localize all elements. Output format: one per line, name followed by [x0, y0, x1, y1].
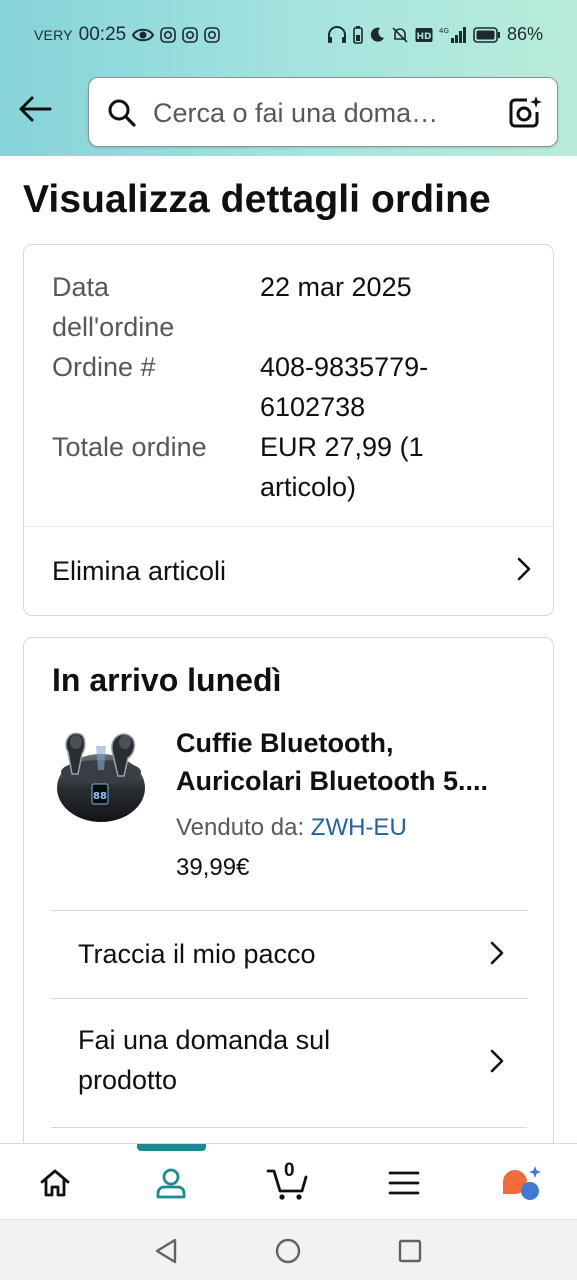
- track-package-label: Traccia il mio pacco: [78, 939, 316, 969]
- triangle-back-icon: [155, 1238, 177, 1264]
- hd-icon: HD: [415, 27, 433, 43]
- nav-account[interactable]: [141, 1160, 201, 1206]
- product-price: 39,99€: [176, 854, 250, 881]
- headphones-icon: [327, 25, 347, 44]
- seller-label: Venduto da:: [176, 814, 311, 841]
- svg-text:HD: HD: [416, 32, 431, 42]
- seller-link[interactable]: ZWH-EU: [311, 814, 407, 841]
- nav-home[interactable]: [25, 1160, 85, 1206]
- order-number-value-cont: 6102738: [260, 392, 366, 422]
- ask-question-label-cont: prodotto: [78, 1065, 178, 1095]
- track-package-row[interactable]: Traccia il mio pacco: [78, 932, 518, 976]
- app-header: VERY 00:25 HD 4G 86% Cerca o fai una dom…: [0, 0, 577, 156]
- delete-items-row[interactable]: Elimina articoli: [24, 527, 553, 616]
- chevron-right-icon: [490, 1049, 504, 1078]
- signal-icon: 4G: [439, 26, 467, 44]
- nav-cart[interactable]: 0: [258, 1160, 318, 1206]
- order-date-label: Data: [52, 272, 110, 302]
- clock: 00:25: [78, 24, 127, 45]
- seller-info: Venduto da: ZWH-EU: [176, 814, 407, 842]
- system-recents-button[interactable]: [395, 1236, 425, 1266]
- delete-items-label: Elimina articoli: [52, 556, 227, 586]
- chevron-right-icon: [490, 941, 504, 970]
- search-input[interactable]: [153, 90, 483, 136]
- instagram-icon: [204, 27, 221, 43]
- menu-icon: [388, 1171, 420, 1195]
- user-icon: [156, 1168, 186, 1199]
- product-title-line: Cuffie Bluetooth,: [176, 728, 394, 758]
- moon-icon: [369, 27, 385, 43]
- divider: [51, 1127, 527, 1128]
- order-date-value: 22 mar 2025: [260, 272, 412, 302]
- cart-count: 0: [284, 1160, 295, 1181]
- order-summary-card: Data dell'ordine 22 mar 2025 Ordine # 40…: [23, 244, 554, 616]
- ask-question-row[interactable]: Fai una domanda sul prodotto: [78, 1020, 518, 1100]
- battery-small-icon: [353, 25, 363, 44]
- instagram-icon: [160, 27, 177, 43]
- svg-text:4G: 4G: [439, 27, 449, 35]
- battery-percent: 86%: [506, 24, 543, 44]
- product-image[interactable]: 88: [52, 722, 150, 830]
- active-tab-indicator: [137, 1144, 206, 1151]
- order-total-value-cont: articolo): [260, 472, 357, 502]
- battery-icon: [473, 26, 501, 43]
- mute-bell-icon: [391, 26, 409, 44]
- order-number-label: Ordine #: [52, 352, 156, 382]
- chevron-right-icon: [517, 557, 531, 586]
- bottom-navigation: 0: [0, 1143, 577, 1219]
- status-bar: VERY 00:25 HD 4G 86%: [0, 0, 577, 72]
- order-total-label: Totale ordine: [52, 432, 207, 462]
- product-title[interactable]: Cuffie Bluetooth, Auricolari Bluetooth 5…: [176, 724, 536, 800]
- system-navigation-bar: [0, 1219, 577, 1280]
- camera-search-icon[interactable]: [507, 94, 543, 135]
- nav-rufus[interactable]: [491, 1160, 551, 1206]
- system-home-button[interactable]: [273, 1236, 303, 1266]
- circle-home-icon: [275, 1238, 301, 1264]
- ask-question-label: Fai una domanda sul: [78, 1025, 331, 1055]
- instagram-icon: [182, 27, 199, 43]
- order-total-value: EUR 27,99 (1: [260, 432, 424, 462]
- earbuds-image: 88: [57, 732, 145, 822]
- divider: [51, 998, 527, 999]
- page-title: Visualizza dettagli ordine: [23, 178, 491, 221]
- square-recents-icon: [398, 1239, 422, 1263]
- eye-icon: [132, 27, 155, 43]
- divider: [51, 910, 527, 911]
- shipment-card: In arrivo lunedì 88 Cuffie Bluetooth, Au…: [23, 637, 554, 1197]
- arrow-left-icon: [19, 96, 52, 122]
- home-icon: [40, 1169, 70, 1197]
- search-bar[interactable]: [88, 77, 558, 147]
- delivery-status-title: In arrivo lunedì: [52, 662, 282, 698]
- product-title-line: Auricolari Bluetooth 5....: [176, 766, 489, 796]
- rufus-assistant-icon: [503, 1166, 541, 1200]
- back-button[interactable]: [14, 88, 56, 130]
- svg-text:88: 88: [93, 791, 107, 802]
- system-back-button[interactable]: [151, 1236, 181, 1266]
- order-date-label-cont: dell'ordine: [52, 312, 175, 342]
- nav-menu[interactable]: [374, 1160, 434, 1206]
- search-icon: [107, 98, 137, 133]
- order-number-value: 408-9835779-: [260, 352, 429, 382]
- carrier-label: VERY: [34, 27, 73, 43]
